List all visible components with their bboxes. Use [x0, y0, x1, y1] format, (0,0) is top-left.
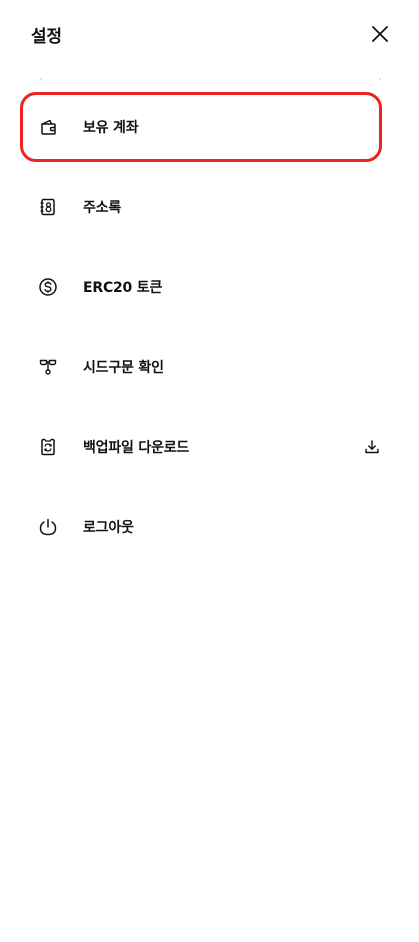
page-title: 설정: [31, 27, 62, 47]
address-book-icon: [38, 197, 58, 217]
close-icon[interactable]: [368, 22, 392, 46]
menu-item-label: 백업파일 다운로드: [83, 440, 190, 456]
header: 설정: [0, 0, 419, 70]
wallet-icon: [38, 117, 58, 137]
menu-item-address-book[interactable]: 주소록: [20, 172, 382, 242]
menu-item-label: 시드구문 확인: [83, 360, 164, 376]
divider-dot: [379, 78, 381, 80]
menu-item-backup-download[interactable]: 백업파일 다운로드: [20, 412, 382, 482]
divider-dot: [40, 78, 42, 80]
menu-item-accounts[interactable]: 보유 계좌: [20, 92, 382, 162]
close-button[interactable]: [368, 22, 392, 46]
menu-item-label: 주소록: [83, 200, 122, 216]
download-icon[interactable]: [364, 439, 380, 455]
menu-item-erc20-tokens[interactable]: ERC20 토큰: [20, 252, 382, 322]
dollar-coin-icon: [38, 277, 58, 297]
menu-item-seed-phrase[interactable]: 시드구문 확인: [20, 332, 382, 402]
seed-sprout-icon: [38, 357, 58, 377]
power-icon: [38, 517, 58, 537]
menu-item-label: 보유 계좌: [83, 120, 139, 136]
menu-item-label: ERC20 토큰: [83, 280, 163, 296]
menu-item-logout[interactable]: 로그아웃: [20, 492, 382, 562]
menu-item-label: 로그아웃: [83, 520, 134, 536]
phone-sync-icon: [38, 437, 58, 457]
